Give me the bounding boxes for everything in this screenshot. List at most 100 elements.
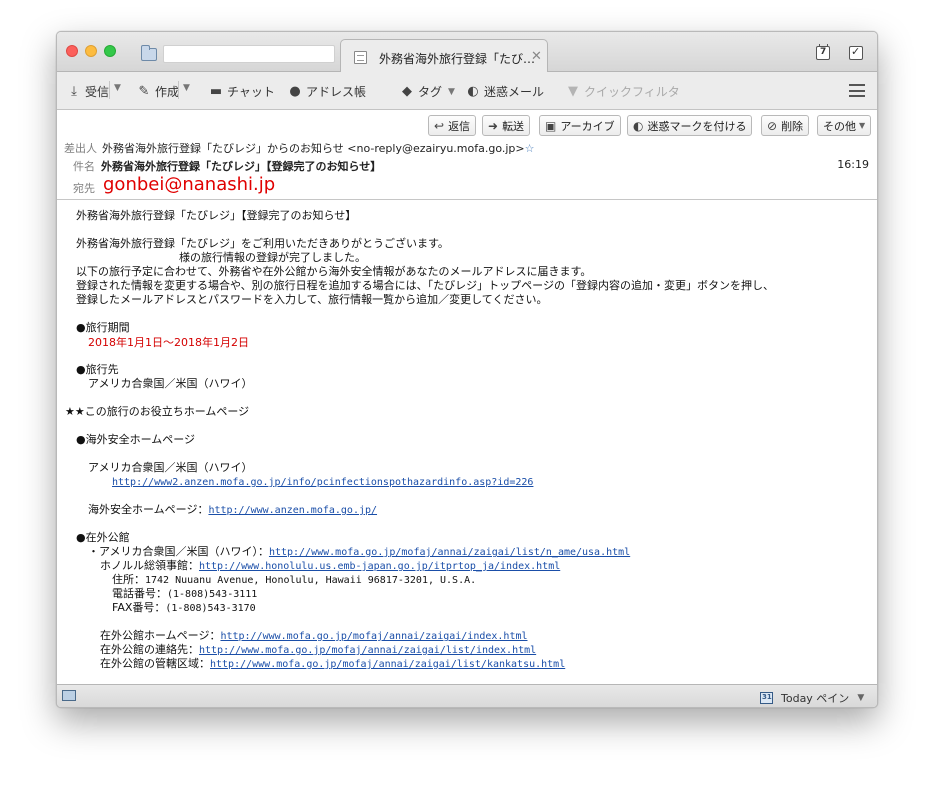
chat-label: チャット [227, 85, 275, 99]
mark-junk-button[interactable]: ◐ 迷惑マークを付ける [627, 115, 753, 136]
subject-value: 外務省海外旅行登録「たびレジ」【登録完了のお知らせ】 [101, 160, 382, 173]
fax-value: (1-808)543-3170 [165, 603, 256, 614]
address-book-label: アドレス帳 [306, 85, 367, 99]
mission-contact-link[interactable]: http://www.mofa.go.jp/mofaj/annai/zaigai… [199, 645, 536, 656]
window-close-button[interactable] [66, 45, 78, 57]
reply-arrow-icon: ↩ [434, 118, 445, 133]
body-line: 登録したメールアドレスとパスワードを入力して、旅行情報一覧から追加／変更してくだ… [76, 293, 548, 306]
destination-heading: ●旅行先 [76, 363, 119, 376]
phone-value: (1-808)543-3111 [167, 589, 258, 600]
mission-area-label: 在外公館の管轄区域： [100, 657, 210, 670]
phone-label: 電話番号： [112, 587, 167, 600]
toolbar-divider [109, 81, 110, 99]
body-title: 外務省海外旅行登録「たびレジ」【登録完了のお知らせ】 [76, 209, 357, 222]
mark-junk-label: 迷惑マークを付ける [647, 119, 747, 133]
safety-country: アメリカ合衆国／米国（ハワイ） [88, 461, 253, 474]
chevron-down-icon: ▼ [183, 83, 190, 93]
main-toolbar: ⤓ 受信 ▼ ✎ 作成 ▼ ▬ チャット ● アドレス帳 ◆ タグ ▼ ◐ 迷惑… [57, 72, 877, 110]
delete-button[interactable]: ⊘ 削除 [761, 115, 810, 136]
message-header: ↩ 返信 ➜ 転送 ▣ アーカイブ ◐ 迷惑マークを付ける ⊘ 削除 その他 ▼… [57, 110, 877, 200]
compose-dropdown[interactable]: ▼ [181, 83, 190, 93]
flame-icon: ◐ [467, 84, 479, 99]
other-actions-button[interactable]: その他 ▼ [817, 115, 872, 136]
safety-home-label: 海外安全ホームページ： [88, 503, 209, 516]
tab-close-icon[interactable]: ✕ [531, 49, 542, 64]
address-value: 1742 Nuuanu Avenue, Honolulu, Hawaii 968… [145, 575, 477, 586]
reply-button[interactable]: ↩ 返信 [428, 115, 477, 136]
menu-icon[interactable] [849, 84, 865, 97]
tag-label: タグ [418, 85, 443, 99]
folder-icon[interactable] [141, 45, 157, 61]
quick-filter-label: クイックフィルタ [584, 85, 680, 99]
online-status-icon[interactable] [62, 690, 76, 701]
reply-label: 返信 [448, 119, 471, 133]
junk-button[interactable]: ◐ 迷惑メール [466, 83, 544, 100]
tab-title: 外務省海外旅行登録「たび… [379, 52, 536, 66]
safety-country-link[interactable]: http://www2.anzen.mofa.go.jp/info/pcinfe… [112, 477, 533, 488]
safety-home-link[interactable]: http://www.anzen.mofa.go.jp/ [208, 505, 377, 516]
period-value: 2018年1月1日～2018年1月2日 [88, 336, 249, 349]
thunderbird-window: 外務省海外旅行登録「たび… ✕ ⤓ 受信 ▼ ✎ 作成 ▼ ▬ チャット ● ア… [56, 31, 878, 708]
mission-home-link[interactable]: http://www.mofa.go.jp/mofaj/annai/zaigai… [220, 631, 527, 642]
to-label: 宛先 [73, 182, 95, 195]
chevron-down-icon: ▼ [859, 121, 866, 130]
from-label: 差出人 [64, 142, 97, 155]
message-icon [354, 51, 367, 64]
chevron-down-icon: ▼ [114, 83, 121, 93]
quick-filter-button[interactable]: ▼ クイックフィルタ [566, 83, 680, 100]
calendar-icon [760, 692, 773, 704]
chat-button[interactable]: ▬ チャット [209, 83, 275, 100]
archive-label: アーカイブ [560, 119, 615, 133]
calendar-icon[interactable] [816, 44, 830, 60]
status-bar: Today ペイン ▼ [57, 684, 877, 707]
tag-button[interactable]: ◆ タグ ▼ [400, 83, 455, 100]
compose-label: 作成 [155, 85, 180, 99]
folder-tab-field[interactable] [163, 45, 335, 63]
archive-icon: ▣ [545, 118, 557, 133]
compose-button[interactable]: ✎ 作成 [137, 83, 179, 100]
window-minimize-button[interactable] [85, 45, 97, 57]
delete-icon: ⊘ [767, 118, 778, 133]
forward-label: 転送 [502, 119, 525, 133]
delete-label: 削除 [781, 119, 804, 133]
from-address[interactable]: 外務省海外旅行登録「たびレジ」からのお知らせ <no-reply@ezairyu… [102, 142, 525, 155]
chevron-down-icon: ▼ [448, 86, 455, 97]
download-icon: ⤓ [71, 84, 77, 99]
address-book-button[interactable]: ● アドレス帳 [288, 83, 366, 100]
today-pane-label: Today ペイン [781, 692, 850, 705]
mission-country-link[interactable]: http://www.mofa.go.jp/mofaj/annai/zaigai… [269, 547, 630, 558]
useful-links-heading: ★★この旅行のお役立ちホームページ [65, 405, 250, 418]
subject-label: 件名 [73, 160, 95, 173]
forward-arrow-icon: ➜ [488, 118, 499, 133]
mission-area-link[interactable]: http://www.mofa.go.jp/mofaj/annai/zaigai… [210, 659, 565, 670]
chat-bubble-icon: ▬ [209, 84, 223, 99]
consulate-link[interactable]: http://www.honolulu.us.emb-japan.go.jp/i… [199, 561, 560, 572]
person-icon: ● [289, 84, 301, 99]
tab-message[interactable]: 外務省海外旅行登録「たび… ✕ [340, 39, 548, 73]
address-label: 住所： [112, 573, 145, 586]
mission-country-label: ・アメリカ合衆国／米国（ハワイ）： [88, 545, 269, 558]
from-value[interactable]: 外務省海外旅行登録「たびレジ」からのお知らせ <no-reply@ezairyu… [102, 140, 535, 156]
get-mail-label: 受信 [85, 85, 110, 99]
mission-home-label: 在外公館ホームページ： [100, 629, 221, 642]
today-pane-toggle[interactable]: Today ペイン ▼ [760, 690, 864, 706]
pencil-icon: ✎ [138, 84, 150, 99]
chevron-down-icon: ▼ [857, 693, 865, 703]
mission-heading: ●在外公館 [76, 531, 130, 544]
archive-button[interactable]: ▣ アーカイブ [539, 115, 621, 136]
junk-label: 迷惑メール [484, 85, 545, 99]
to-address[interactable]: gonbei@nanashi.jp [103, 174, 275, 195]
window-zoom-button[interactable] [104, 45, 116, 57]
forward-button[interactable]: ➜ 転送 [482, 115, 531, 136]
star-icon[interactable]: ☆ [525, 142, 535, 155]
period-heading: ●旅行期間 [76, 321, 130, 334]
title-bar: 外務省海外旅行登録「たび… ✕ [57, 32, 877, 73]
get-mail-button[interactable]: ⤓ 受信 [67, 83, 109, 100]
tasks-icon[interactable] [849, 45, 863, 60]
fax-label: FAX番号： [112, 601, 166, 614]
mission-contact-label: 在外公館の連絡先： [100, 643, 199, 656]
consulate-label: ホノルル総領事館： [100, 559, 199, 572]
get-mail-dropdown[interactable]: ▼ [112, 83, 121, 93]
filter-icon: ▼ [568, 84, 578, 99]
body-line: 様の旅行情報の登録が完了しました。 [179, 251, 366, 264]
